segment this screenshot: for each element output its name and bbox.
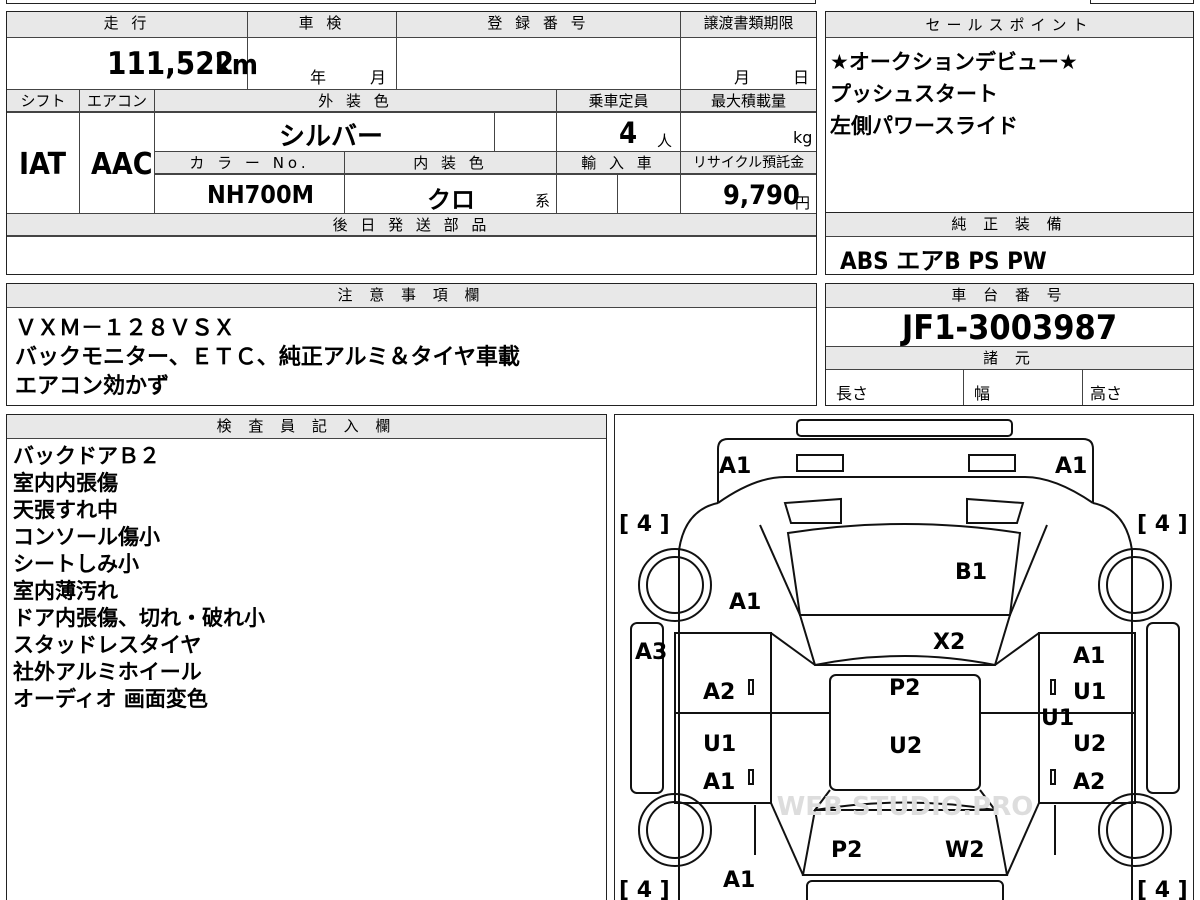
dims-height: 高さ bbox=[1090, 384, 1123, 403]
top-strip-left bbox=[6, 0, 816, 4]
equipment-label: 純 正 装 備 bbox=[826, 213, 1193, 237]
tire-rear-right: [ 4 ] bbox=[1137, 512, 1188, 537]
notes-box: 注 意 事 項 欄 ＶＸＭ－１２８ＶＳＸ バックモニター、ＥＴＣ、純正アルミ＆タ… bbox=[6, 283, 817, 406]
mark-top-right: A1 bbox=[1055, 454, 1087, 479]
shaken-month: 月 bbox=[370, 68, 387, 87]
mark-right-rear-door: A1 bbox=[1073, 644, 1105, 669]
inspector-line: コンソール傷小 bbox=[13, 525, 160, 549]
equipment-value: ABS エアB PS PW bbox=[840, 247, 1047, 275]
inspector-line: 社外アルミホイール bbox=[13, 660, 202, 684]
aircon-value: AAC bbox=[91, 147, 153, 182]
car-diagram-box: WEB STUDIO.PRO [ 4 ] [ 4 ] [ 4 ] [ 4 ] A… bbox=[614, 414, 1194, 900]
mark-left-front-door: U1 bbox=[703, 732, 736, 757]
sales-line: プッシュスタート bbox=[830, 82, 998, 106]
mileage-unit: km bbox=[215, 48, 258, 81]
car-diagram: WEB STUDIO.PRO [ 4 ] [ 4 ] [ 4 ] [ 4 ] A… bbox=[619, 419, 1188, 900]
interior-value: クロ bbox=[427, 186, 475, 214]
inspector-line: オーディオ 画面変色 bbox=[13, 687, 208, 711]
transfer-label: 譲渡書類期限 bbox=[681, 12, 816, 38]
mark-roof-edge: X2 bbox=[933, 630, 965, 655]
interior-suffix: 系 bbox=[535, 192, 551, 210]
aircon-label: エアコン bbox=[80, 90, 154, 112]
sales-label: セールスポイント bbox=[826, 12, 1193, 38]
tire-rear-left: [ 4 ] bbox=[619, 512, 670, 537]
dims-width: 幅 bbox=[974, 384, 991, 403]
mark-left-quarter: A1 bbox=[729, 590, 761, 615]
shaken-year: 年 bbox=[310, 68, 327, 87]
import-label: 輸 入 車 bbox=[557, 152, 680, 174]
registration-label: 登 録 番 号 bbox=[397, 12, 680, 38]
recycle-unit: 円 bbox=[795, 194, 811, 212]
capacity-label: 乗車定員 bbox=[557, 90, 680, 112]
capacity-value: 4 bbox=[619, 116, 638, 150]
mark-left-front-door-2: A1 bbox=[703, 770, 735, 795]
color-no-value: NH700M bbox=[207, 180, 314, 209]
chassis-value: JF1-3003987 bbox=[901, 308, 1118, 348]
mark-right-rear-door-2: U1 bbox=[1073, 680, 1106, 705]
inspector-line: 天張すれ中 bbox=[13, 498, 118, 522]
dims-length: 長さ bbox=[836, 384, 869, 403]
mark-right-front-door: U2 bbox=[1073, 732, 1106, 757]
inspector-box: 検 査 員 記 入 欄 バックドアＢ２ 室内内張傷 天張すれ中 コンソール傷小 … bbox=[6, 414, 607, 900]
interior-label: 内 装 色 bbox=[345, 152, 556, 174]
sales-box: セールスポイント ★オークションデビュー★ プッシュスタート 左側パワースライド bbox=[825, 11, 1194, 213]
load-label: 最大積載量 bbox=[681, 90, 816, 112]
notes-line: ＶＸＭ－１２８ＶＳＸ bbox=[15, 316, 236, 341]
notes-line: エアコン効かず bbox=[15, 374, 170, 399]
inspector-line: 室内内張傷 bbox=[13, 471, 118, 495]
top-strip-right bbox=[1090, 0, 1194, 4]
mark-left-rear-door: A2 bbox=[703, 680, 735, 705]
spec-table: 走 行 車 検 登 録 番 号 譲渡書類期限 111,522 km 年 月 月 … bbox=[6, 11, 817, 275]
mark-center: U2 bbox=[889, 734, 922, 759]
inspector-line: バックドアＢ２ bbox=[13, 444, 160, 468]
mileage-label: 走 行 bbox=[7, 12, 247, 38]
shift-label: シフト bbox=[7, 90, 79, 112]
watermark: WEB STUDIO.PRO bbox=[777, 792, 1034, 822]
mark-rear-glass: B1 bbox=[955, 560, 987, 585]
shift-value: IAT bbox=[19, 147, 67, 182]
inspector-line: ドア内張傷、切れ・破れ小 bbox=[13, 606, 265, 630]
chassis-box: 車 台 番 号 JF1-3003987 諸 元 長さ 幅 高さ bbox=[825, 283, 1194, 406]
inspector-line: シートしみ小 bbox=[13, 552, 139, 576]
exterior-label: 外 装 色 bbox=[155, 90, 556, 112]
tire-front-right: [ 4 ] bbox=[1137, 878, 1188, 900]
transfer-month: 月 bbox=[734, 68, 751, 87]
mark-top-left: A1 bbox=[719, 454, 751, 479]
mark-roof: P2 bbox=[889, 676, 920, 701]
tire-front-left: [ 4 ] bbox=[619, 878, 670, 900]
sales-line: 左側パワースライド bbox=[830, 114, 1018, 138]
inspector-label: 検 査 員 記 入 欄 bbox=[7, 415, 606, 439]
mark-hood-right: W2 bbox=[945, 838, 985, 863]
exterior-value: シルバー bbox=[279, 122, 384, 152]
inspector-line: 室内薄汚れ bbox=[13, 579, 118, 603]
dims-label: 諸 元 bbox=[826, 346, 1193, 370]
notes-label: 注 意 事 項 欄 bbox=[7, 284, 816, 308]
later-parts-label: 後 日 発 送 部 品 bbox=[7, 214, 816, 236]
mark-right-sill: U1 bbox=[1041, 706, 1074, 731]
recycle-value: 9,790 bbox=[723, 180, 800, 211]
mark-right-front-door-2: A2 bbox=[1073, 770, 1105, 795]
mark-left-side: A3 bbox=[635, 640, 667, 665]
shaken-label: 車 検 bbox=[248, 12, 396, 38]
color-no-label: カ ラ ー No. bbox=[155, 152, 344, 174]
inspector-line: スタッドレスタイヤ bbox=[13, 633, 202, 657]
mark-hood-left: P2 bbox=[831, 838, 862, 863]
transfer-day: 日 bbox=[793, 68, 810, 87]
recycle-label: リサイクル預託金 bbox=[681, 152, 816, 174]
mark-front-left: A1 bbox=[723, 868, 755, 893]
notes-line: バックモニター、ＥＴＣ、純正アルミ＆タイヤ車載 bbox=[15, 345, 520, 370]
sales-line: ★オークションデビュー★ bbox=[830, 50, 1078, 74]
load-unit: kg bbox=[793, 128, 813, 147]
capacity-unit: 人 bbox=[657, 132, 673, 150]
chassis-label: 車 台 番 号 bbox=[826, 284, 1193, 308]
equipment-box: 純 正 装 備 ABS エアB PS PW bbox=[825, 212, 1194, 275]
